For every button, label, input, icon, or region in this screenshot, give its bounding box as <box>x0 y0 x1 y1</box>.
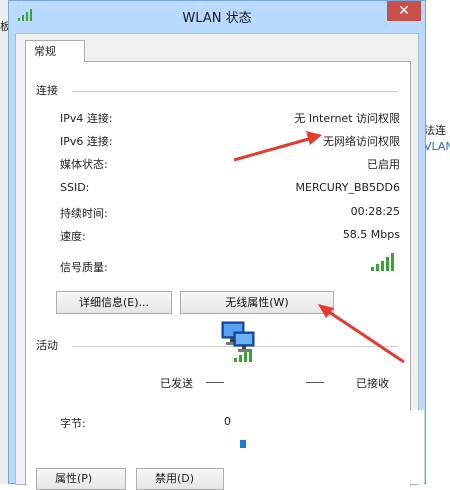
ipv4-value: 无 Internet 访问权限 <box>294 112 400 125</box>
wireless-properties-button[interactable]: 无线属性(W) <box>180 291 334 314</box>
background-text-fragment: 法连 <box>424 124 446 137</box>
close-button[interactable]: ✕ <box>387 1 421 21</box>
speed-value: 58.5 Mbps <box>342 228 400 241</box>
ipv6-value: 无网络访问权限 <box>323 135 400 148</box>
activity-heading: 活动 <box>36 339 58 352</box>
bytes-sent-value: 0 <box>224 415 231 428</box>
signal-strength-icon <box>371 253 394 271</box>
window-title: WLAN 状态 <box>182 11 252 26</box>
duration-value: 00:28:25 <box>350 205 400 218</box>
tab-general[interactable]: 常规 <box>25 40 85 62</box>
sent-line <box>206 382 224 383</box>
ipv4-label: IPv4 连接: <box>60 112 113 125</box>
ssid-label: SSID: <box>60 181 90 194</box>
received-line <box>306 382 324 383</box>
media-state-label: 媒体状态: <box>60 158 108 171</box>
ssid-value: MERCURY_BB5DD6 <box>295 181 400 194</box>
sent-label: 已发送 <box>160 377 193 390</box>
bytes-label: 字节: <box>60 417 86 430</box>
signal-quality-label: 信号质量: <box>60 261 108 274</box>
speed-label: 速度: <box>60 230 86 243</box>
properties-button[interactable]: 属性(P) <box>36 468 126 490</box>
title-bar[interactable]: WLAN 状态 ✕ <box>9 1 425 29</box>
background-link-fragment: VLAN <box>424 140 450 153</box>
background-window-left: 板 <box>0 0 11 484</box>
details-button[interactable]: 详细信息(E)... <box>56 291 172 314</box>
ipv6-label: IPv6 连接: <box>60 135 113 148</box>
cursor-marker <box>240 440 246 448</box>
overlay-patch <box>244 410 424 484</box>
media-state-value: 已启用 <box>367 158 400 171</box>
disable-button[interactable]: 禁用(D) <box>136 468 224 490</box>
received-label: 已接收 <box>356 377 389 390</box>
section-divider <box>72 91 398 92</box>
connection-heading: 连接 <box>36 84 58 97</box>
duration-label: 持续时间: <box>60 207 108 220</box>
network-computers-icon <box>221 321 255 362</box>
